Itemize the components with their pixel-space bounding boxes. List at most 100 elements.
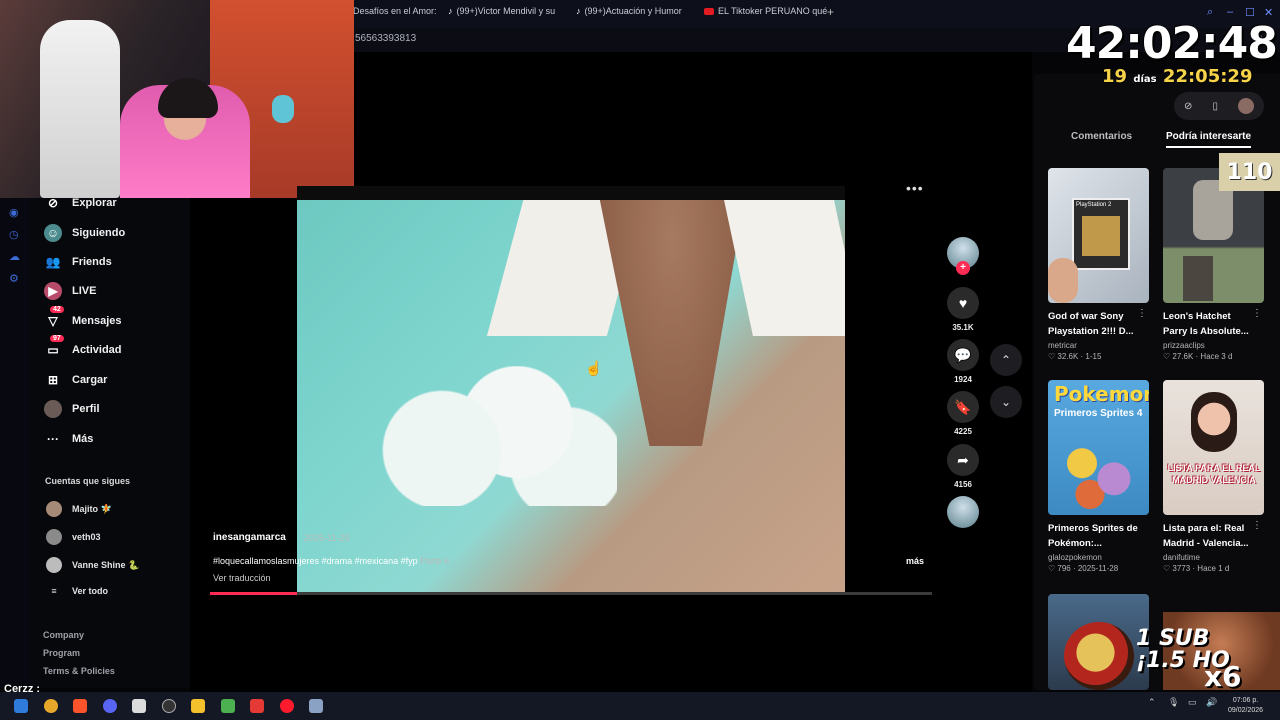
tab-label: Desafíos en el Amor: — [353, 6, 437, 16]
hand — [1048, 258, 1078, 303]
cloud-icon[interactable]: ☁ — [9, 250, 20, 263]
card-title: Primeros Sprites de Pokémon:... — [1048, 523, 1138, 549]
sidebar-item-live[interactable]: ▶ LIVE — [44, 282, 96, 300]
see-all-label: Ver todo — [72, 586, 109, 596]
share-count: 4156 — [954, 480, 972, 489]
settings-icon[interactable] — [309, 699, 323, 713]
footer-program[interactable]: Program — [43, 648, 80, 658]
next-video-button[interactable]: ⌄ — [990, 386, 1022, 418]
video-thumbnail: PlayStation 2 — [1048, 168, 1149, 303]
discord-icon[interactable] — [103, 699, 117, 713]
messages-badge: 42 — [50, 306, 64, 313]
creator-avatar-button[interactable]: + — [947, 237, 979, 275]
video-progress-bar[interactable] — [210, 592, 932, 595]
opera-icon[interactable] — [280, 699, 294, 713]
kebab-menu-icon[interactable]: ⋮ — [1252, 520, 1262, 531]
gamepad-icon[interactable] — [221, 699, 235, 713]
heart-icon: ♥ — [947, 287, 979, 319]
video-date: 2025-11-25 — [304, 533, 350, 543]
new-tab-button[interactable]: + — [827, 5, 834, 19]
sidebar-item-cargar[interactable]: ⊞ Cargar — [44, 371, 108, 389]
video-cloud-print — [367, 366, 617, 506]
messages-icon: ▽ 42 — [44, 306, 64, 330]
tab-comentarios[interactable]: Comentarios — [1071, 131, 1132, 142]
obs-icon[interactable] — [162, 699, 176, 713]
sidebar-item-mensajes[interactable]: ▽ 42 Mensajes — [44, 306, 122, 330]
video-hashtags[interactable]: #loquecallamoslasmujeres #drama #mexican… — [213, 556, 449, 566]
video-top-band — [297, 186, 845, 200]
suggested-video-card[interactable]: LISTA PARA EL REAL MADRID VALENCIA Lista… — [1163, 380, 1264, 573]
avatar[interactable] — [1237, 98, 1254, 114]
minimize-icon[interactable]: – — [1227, 6, 1233, 18]
comment-button[interactable]: 💬 1924 — [947, 339, 979, 384]
figure — [1183, 256, 1213, 301]
save-count: 4225 — [954, 427, 972, 436]
tab-podria-interesarte[interactable]: Podría interesarte — [1166, 131, 1252, 148]
ps2-box-art — [1082, 216, 1120, 256]
brave-browser-icon[interactable] — [73, 699, 87, 713]
avatar — [46, 557, 62, 573]
more-link[interactable]: más — [906, 556, 924, 566]
hashtags-text: #loquecallamoslasmujeres #drama #mexican… — [213, 556, 418, 566]
following-account[interactable]: Vanne Shine 🐍 — [46, 557, 139, 573]
follow-plus-icon[interactable]: + — [956, 261, 970, 275]
play-circle-icon[interactable]: ◉ — [9, 206, 19, 219]
video-username[interactable]: inesangamarca — [213, 532, 286, 543]
clock-icon[interactable]: ◷ — [9, 228, 19, 241]
phone-icon[interactable]: ▯ — [1212, 101, 1218, 112]
browser-tab[interactable]: ♪ (99+)Victor Mendivil y su — [448, 6, 555, 16]
store-icon[interactable] — [132, 699, 146, 713]
following-account[interactable]: veth03 — [46, 529, 101, 545]
sidebar-item-label: Más — [72, 433, 94, 445]
see-all-link[interactable]: ≡ Ver todo — [46, 586, 108, 596]
card-meta: ♡ 32.6K · 1-15 — [1048, 352, 1102, 361]
app-icon[interactable] — [250, 699, 264, 713]
following-account[interactable]: Majito 🧚 — [46, 501, 112, 517]
browser-tab[interactable]: Desafíos en el Amor: — [353, 6, 437, 16]
app-icon[interactable] — [44, 699, 58, 713]
save-button[interactable]: 🔖 4225 — [947, 391, 979, 436]
days-label: días — [1133, 74, 1157, 85]
folder-icon[interactable] — [191, 699, 205, 713]
chevron-up-icon[interactable]: ⌃ — [1148, 697, 1156, 708]
like-button[interactable]: ♥ 35.1K — [947, 287, 979, 332]
sidebar-item-friends[interactable]: 👥 Friends — [44, 253, 112, 271]
sound-disc-button[interactable] — [947, 496, 979, 528]
video-part: Parte 6 — [420, 556, 450, 566]
sidebar-item-actividad[interactable]: ▭ 97 Actividad — [44, 335, 122, 359]
following-name: Vanne Shine 🐍 — [72, 559, 140, 570]
video-more-options-icon[interactable]: ••• — [906, 180, 924, 196]
tab-label: EL Tiktoker PERUANO qué — [718, 6, 828, 16]
video-thumbnail: LISTA PARA EL REAL MADRID VALENCIA — [1163, 380, 1264, 515]
previous-video-button[interactable]: ⌃ — [990, 344, 1022, 376]
share-button[interactable]: ➦ 4156 — [947, 444, 979, 489]
devil-mascot-icon — [1064, 622, 1134, 690]
taskbar-clock[interactable]: 07:06 p. 09/02/2026 — [1228, 696, 1263, 716]
card-meta: ♡ 796 · 2025-11-28 — [1048, 564, 1119, 573]
suggested-video-card[interactable]: PlayStation 2 God of war Sony Playstatio… — [1048, 168, 1149, 361]
suggested-video-card[interactable]: Pokemon Primeros Sprites 4 Primeros Spri… — [1048, 380, 1149, 573]
volume-icon[interactable]: 🔊 — [1206, 697, 1217, 708]
microphone-icon[interactable]: 🎙 — [1168, 697, 1179, 708]
sidebar-item-label: LIVE — [72, 285, 97, 297]
footer-terms[interactable]: Terms & Policies — [43, 666, 115, 676]
sidebar-item-siguiendo[interactable]: ☺ Siguiendo — [44, 224, 125, 242]
sidebar-item-label: Cargar — [72, 374, 108, 386]
settings-icon[interactable]: ⚙ — [9, 272, 19, 285]
video-thumbnail: Pokemon Primeros Sprites 4 — [1048, 380, 1149, 515]
compass-icon[interactable]: ⊘ — [1184, 101, 1192, 112]
network-icon[interactable]: ▭ — [1188, 697, 1197, 708]
windows-start-icon[interactable] — [14, 699, 28, 713]
footer-company[interactable]: Company — [43, 630, 84, 640]
browser-tab[interactable]: EL Tiktoker PERUANO qué — [704, 6, 827, 16]
sidebar-item-mas[interactable]: ··· Más — [44, 430, 93, 448]
see-translation-link[interactable]: Ver traducción — [213, 573, 271, 583]
browser-tab[interactable]: ♪ (99+)Actuación y Humor — [576, 6, 682, 16]
kebab-menu-icon[interactable]: ⋮ — [1252, 308, 1262, 319]
video-player[interactable] — [297, 186, 845, 593]
pokemon-subtitle: Primeros Sprites 4 — [1054, 408, 1143, 419]
thumbnail-caption: LISTA PARA EL REAL MADRID VALENCIA — [1167, 463, 1261, 485]
suggested-video-card[interactable]: Leon's Hatchet Parry Is Absolute... ⋮ pr… — [1163, 168, 1264, 361]
kebab-menu-icon[interactable]: ⋮ — [1137, 308, 1147, 319]
sidebar-item-perfil[interactable]: Perfil — [44, 400, 100, 418]
